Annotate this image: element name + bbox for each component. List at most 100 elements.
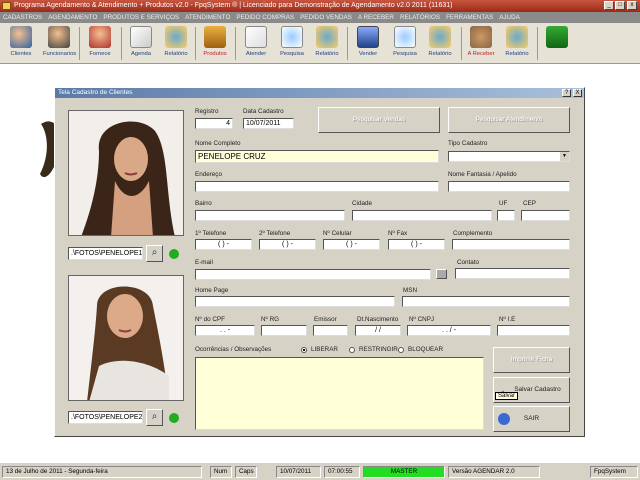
menu-relatorios[interactable]: RELATÓRIOS	[400, 14, 440, 21]
cpf-field[interactable]: . . -	[195, 325, 255, 336]
rg-field[interactable]	[261, 325, 307, 336]
send-email-button[interactable]	[436, 269, 447, 279]
toolbar-relatorio-receber-button[interactable]: Relatório	[501, 25, 533, 62]
status-company: FpqSystem	[590, 466, 638, 478]
window-titlebar: Tela Cadastro de Clientes ? X	[55, 88, 584, 98]
ie-field[interactable]	[497, 325, 570, 336]
close-button[interactable]: x	[627, 1, 637, 10]
status-version: Versão AGENDAR 2.0	[448, 466, 540, 478]
radio-liberar-label: LIBERAR	[311, 346, 338, 353]
celular-field[interactable]: ( ) -	[323, 239, 380, 250]
portrait-image	[69, 111, 183, 235]
attend-icon	[245, 26, 267, 48]
search-icon	[281, 26, 303, 48]
menu-pedido-vendas[interactable]: PEDIDO VENDAS	[300, 14, 352, 21]
help-button[interactable]: ?	[562, 89, 571, 97]
cpf-label: Nº do CPF	[195, 316, 225, 323]
bairro-field[interactable]	[195, 210, 345, 221]
telefone2-field[interactable]: ( ) -	[259, 239, 316, 250]
observacoes-textarea[interactable]	[195, 357, 484, 430]
supplier-icon	[89, 26, 111, 48]
observacoes-label: Ocorrências / Observações	[195, 346, 272, 353]
toolbar-relatorio-atend-button[interactable]: Relatório	[311, 25, 343, 62]
msn-field[interactable]	[402, 296, 570, 307]
chevron-down-icon: ▼	[560, 152, 569, 161]
minimize-button[interactable]: _	[604, 1, 614, 10]
complemento-field[interactable]	[452, 239, 570, 250]
toolbar-vender-button[interactable]: Vender	[352, 25, 384, 62]
imprimir-ficha-button[interactable]: Imprimir Ficha	[493, 347, 570, 373]
app-title: Programa Agendamento & Atendimento + Pro…	[14, 2, 453, 9]
tipo-cadastro-select[interactable]: ▼	[448, 151, 570, 162]
app-titlebar: Programa Agendamento & Atendimento + Pro…	[0, 0, 640, 12]
photo2-add-button[interactable]	[166, 411, 181, 425]
app-icon	[2, 2, 11, 10]
toolbar-funcionarios-button[interactable]: Funcionarios	[43, 25, 76, 62]
magnifier-icon: ⌕	[151, 411, 158, 422]
maximize-button[interactable]: □	[615, 1, 625, 10]
emissor-field[interactable]	[313, 325, 348, 336]
toolbar-pesquisa-venda-button[interactable]: Pesquisa	[389, 25, 421, 62]
menu-produtos[interactable]: PRODUTOS E SERVIÇOS	[103, 14, 179, 21]
toolbar-produtos-button[interactable]: Produtos	[199, 25, 231, 62]
email-label: E-mail	[195, 259, 213, 266]
window-title: Tela Cadastro de Clientes	[58, 89, 133, 96]
report-icon	[316, 26, 338, 48]
status-time: 07:00:55	[324, 466, 360, 478]
toolbar-exit-button[interactable]	[541, 25, 573, 62]
contato-field[interactable]	[455, 268, 570, 279]
fax-field[interactable]: ( ) -	[388, 239, 445, 250]
add-icon	[168, 413, 179, 423]
toolbar-pesquisa-atend-button[interactable]: Pesquisa	[276, 25, 308, 62]
cnpj-field[interactable]: . . / -	[407, 325, 491, 336]
radio-liberar[interactable]	[301, 347, 307, 353]
uf-label: UF	[499, 200, 508, 207]
telefone1-field[interactable]: ( ) -	[195, 239, 252, 250]
receive-icon	[470, 26, 492, 48]
radio-bloquear[interactable]	[398, 347, 404, 353]
menu-pedido-compras[interactable]: PEDIDO COMPRAS	[236, 14, 294, 21]
pesquisar-atendimento-button[interactable]: Pesquisar Atendimento	[448, 107, 570, 133]
photo2-path-field[interactable]: .\FOTOS\PENELOPE2.J	[68, 411, 143, 424]
registro-field[interactable]: 4	[195, 118, 233, 129]
menu-ajuda[interactable]: AJUDA	[499, 14, 520, 21]
menu-atendimento[interactable]: ATENDIMENTO	[185, 14, 230, 21]
endereco-field[interactable]	[195, 181, 439, 192]
photo1-search-button[interactable]: ⌕	[146, 245, 163, 262]
menu-agendamento[interactable]: AGENDAMENTO	[48, 14, 97, 21]
nascimento-field[interactable]: / /	[355, 325, 401, 336]
cep-field[interactable]	[521, 210, 570, 221]
photo1-add-button[interactable]	[166, 247, 181, 261]
fax-label: Nº Fax	[388, 230, 408, 237]
pesquisar-vendas-button[interactable]: Pesquisar Vendas	[318, 107, 440, 133]
toolbar-relatorio-agenda-button[interactable]: Relatório	[160, 25, 192, 62]
nome-field[interactable]: PENELOPE CRUZ	[195, 150, 439, 163]
toolbar-relatorio-venda-button[interactable]: Relatório	[424, 25, 456, 62]
homepage-field[interactable]	[195, 296, 395, 307]
bairro-label: Bairro	[195, 200, 212, 207]
sair-button[interactable]: SAIR	[493, 406, 570, 432]
uf-field[interactable]	[497, 210, 515, 221]
menu-cadastros[interactable]: CADASTROS	[3, 14, 42, 21]
ie-label: Nº I.E	[499, 316, 516, 323]
window-close-button[interactable]: X	[573, 89, 582, 97]
salvar-tooltip: Salvar	[495, 392, 519, 400]
products-icon	[204, 26, 226, 48]
data-cadastro-label: Data Cadastro	[243, 108, 284, 115]
photo1-path-field[interactable]: .\FOTOS\PENELOPE1	[68, 247, 143, 260]
toolbar-fornecedores-button[interactable]: Fornece	[84, 25, 116, 62]
toolbar-clientes-button[interactable]: Clientes	[5, 25, 37, 62]
menu-ferramentas[interactable]: FERRAMENTAS	[446, 14, 493, 21]
fantasia-label: Nome Fantasia / Apelido	[448, 171, 517, 178]
fantasia-field[interactable]	[448, 181, 570, 192]
email-field[interactable]	[195, 269, 431, 280]
toolbar-atender-button[interactable]: Atender	[240, 25, 272, 62]
toolbar-agenda-button[interactable]: Agenda	[125, 25, 157, 62]
menu-a-receber[interactable]: A RECEBER	[358, 14, 394, 21]
photo2-search-button[interactable]: ⌕	[146, 409, 163, 426]
report-icon	[165, 26, 187, 48]
data-cadastro-field[interactable]: 10/07/2011	[243, 118, 294, 129]
cidade-field[interactable]	[352, 210, 492, 221]
toolbar-a-receber-button[interactable]: A Receber	[465, 25, 497, 62]
radio-restringir[interactable]	[349, 347, 355, 353]
